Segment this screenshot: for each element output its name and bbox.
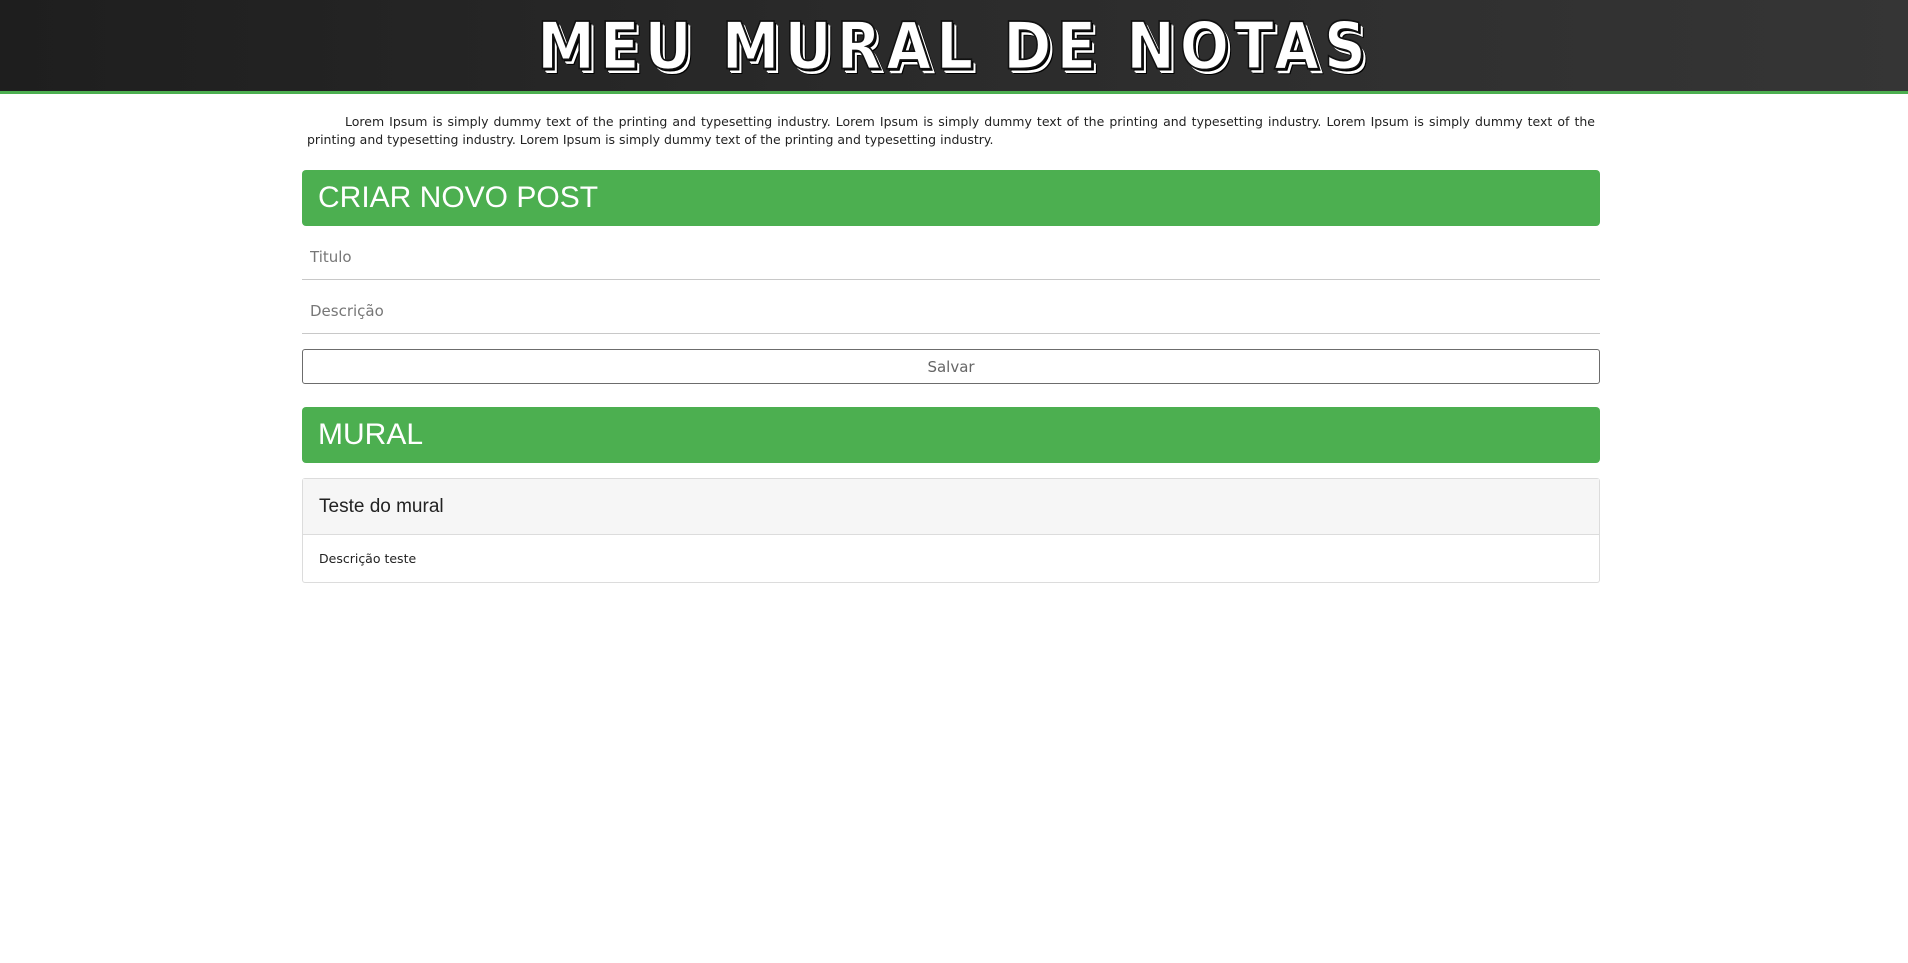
description-input[interactable] (302, 288, 1600, 334)
create-post-heading: CRIAR NOVO POST (318, 181, 599, 214)
site-title: MEU MURAL DE NOTAS (536, 7, 1371, 84)
post-title: Teste do mural (319, 495, 444, 517)
post-card-header: Teste do mural (303, 479, 1599, 535)
mural-header: MURAL (302, 407, 1600, 463)
intro-paragraph: Lorem Ipsum is simply dummy text of the … (307, 114, 1595, 147)
post-description: Descrição teste (319, 551, 417, 566)
title-input[interactable] (302, 234, 1600, 280)
site-header: MEU MURAL DE NOTAS (0, 0, 1908, 94)
create-post-header: CRIAR NOVO POST (302, 170, 1600, 226)
main-content: Lorem Ipsum is simply dummy text of the … (302, 97, 1600, 583)
save-button[interactable]: Salvar (302, 349, 1600, 384)
post-card: Teste do mural Descrição teste (302, 478, 1600, 583)
post-card-body: Descrição teste (303, 535, 1599, 582)
mural-heading: MURAL (318, 418, 424, 451)
